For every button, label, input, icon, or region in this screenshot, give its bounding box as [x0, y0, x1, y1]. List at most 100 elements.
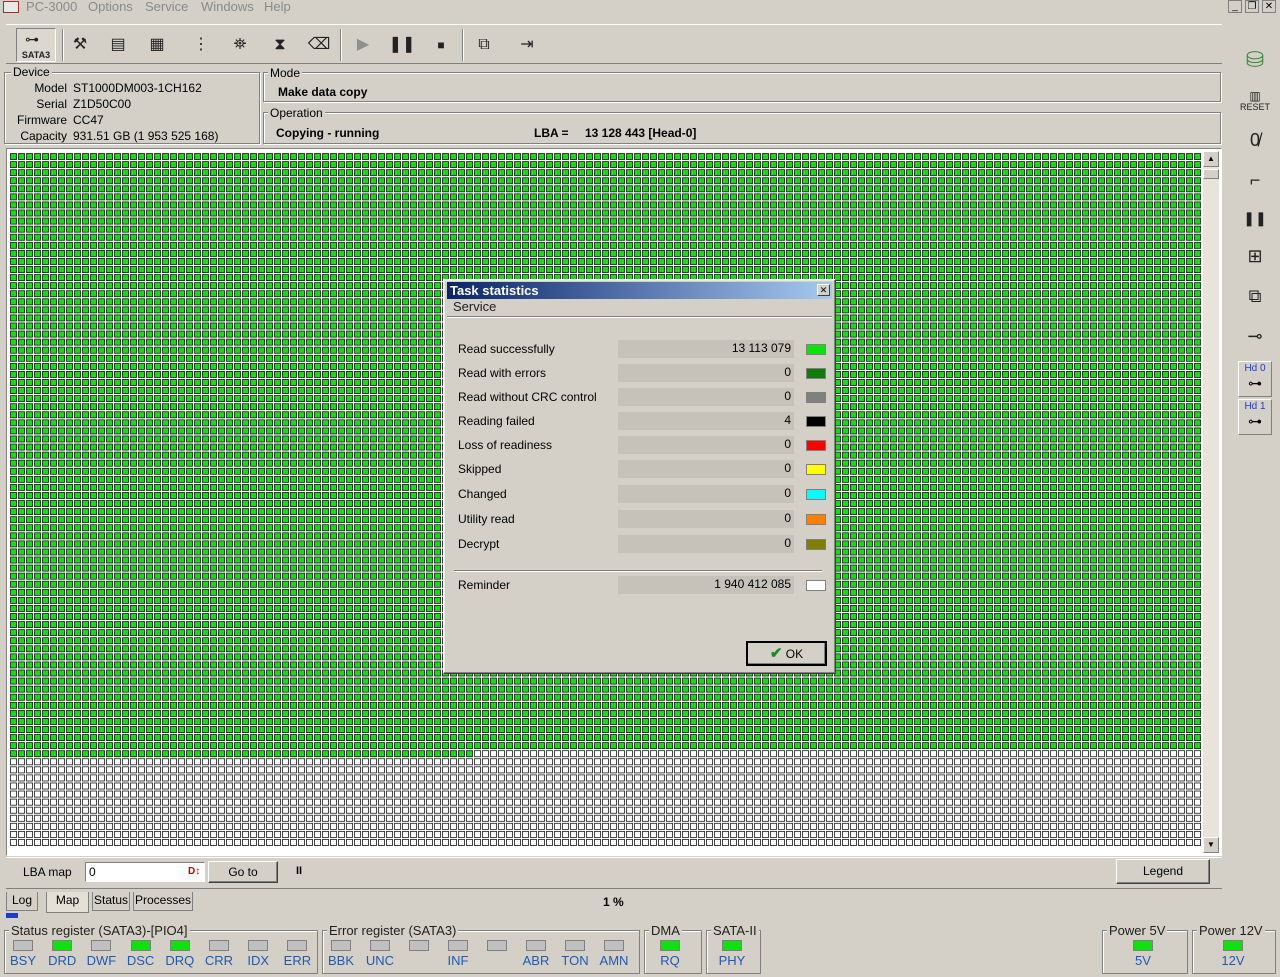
lba-block[interactable]	[227, 323, 233, 329]
lba-block[interactable]	[299, 355, 305, 361]
lba-block[interactable]	[1019, 379, 1025, 385]
lba-block[interactable]	[115, 170, 121, 176]
lba-block[interactable]	[1083, 186, 1089, 192]
lba-block[interactable]	[891, 315, 897, 321]
lba-block[interactable]	[75, 226, 81, 232]
lba-block[interactable]	[67, 283, 73, 289]
lba-block[interactable]	[851, 291, 857, 297]
lba-block[interactable]	[123, 275, 129, 281]
lba-block[interactable]	[579, 170, 585, 176]
lba-block[interactable]	[931, 178, 937, 184]
lba-block[interactable]	[499, 170, 505, 176]
lba-block[interactable]	[251, 379, 257, 385]
lba-block[interactable]	[379, 371, 385, 377]
lba-block[interactable]	[371, 283, 377, 289]
lba-block[interactable]	[27, 420, 33, 426]
lba-block[interactable]	[1067, 226, 1073, 232]
lba-block[interactable]	[723, 170, 729, 176]
lba-block[interactable]	[987, 162, 993, 168]
lba-block[interactable]	[899, 323, 905, 329]
lba-block[interactable]	[323, 258, 329, 264]
lba-block[interactable]	[571, 162, 577, 168]
lba-block[interactable]	[539, 170, 545, 176]
lba-block[interactable]	[99, 379, 105, 385]
lba-block[interactable]	[771, 202, 777, 208]
lba-block[interactable]	[123, 339, 129, 345]
lba-block[interactable]	[83, 258, 89, 264]
lba-block[interactable]	[363, 379, 369, 385]
lba-block[interactable]	[179, 234, 185, 240]
lba-block[interactable]	[731, 258, 737, 264]
lba-block[interactable]	[59, 379, 65, 385]
lba-block[interactable]	[763, 266, 769, 272]
lba-block[interactable]	[83, 420, 89, 426]
lba-block[interactable]	[211, 355, 217, 361]
lba-block[interactable]	[283, 379, 289, 385]
lba-block[interactable]	[115, 299, 121, 305]
lba-block[interactable]	[1131, 266, 1137, 272]
lba-block[interactable]	[1027, 307, 1033, 313]
lba-block[interactable]	[1123, 388, 1129, 394]
lba-block[interactable]	[419, 202, 425, 208]
lba-block[interactable]	[19, 170, 25, 176]
lba-block[interactable]	[283, 210, 289, 216]
lba-block[interactable]	[1083, 266, 1089, 272]
lba-block[interactable]	[67, 210, 73, 216]
lba-block[interactable]	[1139, 396, 1145, 402]
lba-block[interactable]	[67, 242, 73, 248]
lba-block[interactable]	[915, 371, 921, 377]
lba-block[interactable]	[931, 291, 937, 297]
lba-block[interactable]	[907, 371, 913, 377]
lba-block[interactable]	[451, 186, 457, 192]
lba-block[interactable]	[403, 250, 409, 256]
lba-block[interactable]	[851, 299, 857, 305]
lba-block[interactable]	[243, 194, 249, 200]
lba-block[interactable]	[195, 226, 201, 232]
lba-block[interactable]	[371, 323, 377, 329]
lba-block[interactable]	[1123, 355, 1129, 361]
lba-block[interactable]	[155, 299, 161, 305]
lba-block[interactable]	[67, 339, 73, 345]
lba-block[interactable]	[1115, 363, 1121, 369]
lba-block[interactable]	[947, 396, 953, 402]
lba-block[interactable]	[867, 194, 873, 200]
lba-block[interactable]	[827, 258, 833, 264]
lba-block[interactable]	[35, 210, 41, 216]
lba-block[interactable]	[1179, 291, 1185, 297]
lba-block[interactable]	[307, 162, 313, 168]
lba-block[interactable]	[379, 218, 385, 224]
lba-block[interactable]	[731, 162, 737, 168]
lba-block[interactable]	[851, 404, 857, 410]
lba-block[interactable]	[467, 250, 473, 256]
lba-block[interactable]	[875, 379, 881, 385]
lba-block[interactable]	[251, 275, 257, 281]
lba-block[interactable]	[147, 178, 153, 184]
lba-block[interactable]	[715, 154, 721, 160]
lba-block[interactable]	[675, 218, 681, 224]
lba-block[interactable]	[475, 170, 481, 176]
lba-block[interactable]	[907, 355, 913, 361]
lba-block[interactable]	[75, 291, 81, 297]
lba-block[interactable]	[819, 202, 825, 208]
lba-block[interactable]	[147, 355, 153, 361]
lba-block[interactable]	[939, 186, 945, 192]
lba-block[interactable]	[1107, 323, 1113, 329]
lba-block[interactable]	[291, 388, 297, 394]
lba-block[interactable]	[939, 331, 945, 337]
lba-block[interactable]	[1131, 194, 1137, 200]
lba-block[interactable]	[299, 242, 305, 248]
binoculars-icon[interactable]: ⛯	[224, 29, 256, 61]
lba-block[interactable]	[1043, 331, 1049, 337]
lba-block[interactable]	[107, 258, 113, 264]
lba-block[interactable]	[291, 275, 297, 281]
lba-block[interactable]	[411, 379, 417, 385]
lba-block[interactable]	[339, 339, 345, 345]
lba-block[interactable]	[35, 331, 41, 337]
lba-block[interactable]	[35, 291, 41, 297]
lba-block[interactable]	[459, 234, 465, 240]
lba-block[interactable]	[803, 186, 809, 192]
lba-block[interactable]	[579, 242, 585, 248]
lba-block[interactable]	[371, 412, 377, 418]
lba-block[interactable]	[1107, 371, 1113, 377]
lba-block[interactable]	[1011, 266, 1017, 272]
